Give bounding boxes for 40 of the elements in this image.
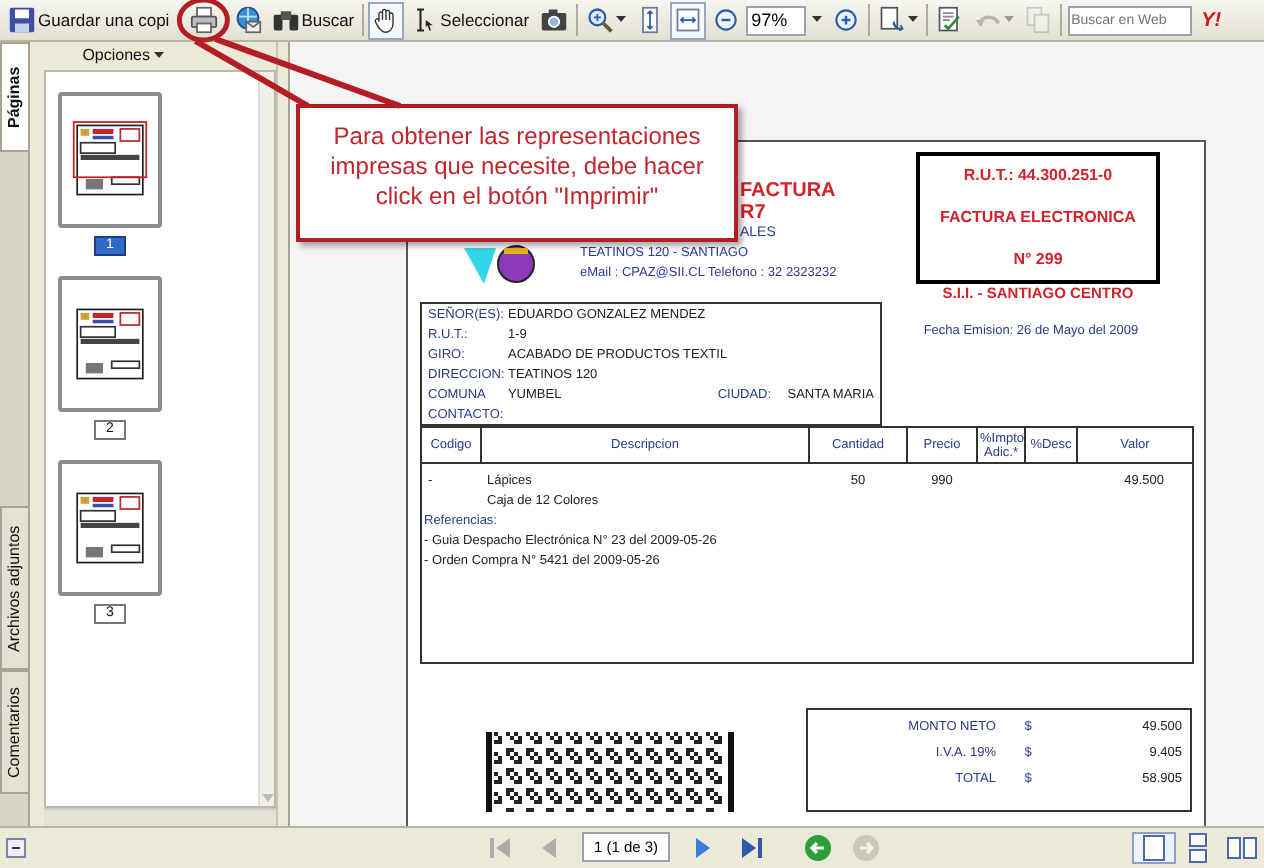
hand-tool-button[interactable] (368, 1, 405, 39)
invoice-heading: R.U.T.: 44.300.251-0 (963, 164, 1113, 189)
fit-width-button[interactable] (669, 1, 706, 39)
select-tool-button[interactable]: Seleccionar (406, 1, 534, 39)
horizontal-scrollbar[interactable] (44, 808, 276, 826)
search-button[interactable]: Buscar (267, 1, 359, 39)
collapse-icon (6, 837, 26, 857)
scrollbar[interactable] (258, 72, 274, 806)
magnifier-plus-icon (585, 6, 614, 34)
logo-drawing (460, 244, 540, 284)
save-copy-button[interactable]: Guardar una copi (4, 1, 174, 39)
camera-icon (539, 6, 568, 34)
side-tab[interactable]: Archivos adjuntos (0, 506, 30, 670)
page-thumbnail[interactable] (58, 276, 162, 412)
single-page-button[interactable] (1132, 831, 1176, 863)
fit-width-icon (673, 6, 702, 34)
zoom-out-icon (711, 6, 740, 34)
page-thumbnail[interactable] (58, 460, 162, 596)
document-pen-icon (935, 6, 964, 34)
globe-envelope-icon (233, 6, 262, 34)
page-rotate-icon (877, 6, 906, 34)
facing-pages-icon (1226, 831, 1258, 863)
caret-icon (154, 52, 164, 60)
printer-icon (189, 6, 218, 34)
invoice-heading: FACTURA ELECTRONICA (940, 205, 1136, 230)
pages-icon (1023, 6, 1052, 34)
issuer-title: R7 (740, 202, 766, 224)
zoom-field[interactable]: 97% (745, 5, 806, 35)
print-button[interactable] (185, 1, 222, 39)
options-menu-button[interactable]: Opciones (80, 42, 224, 70)
invoice-heading: N° 299 (1013, 247, 1063, 272)
binoculars-icon (271, 6, 300, 34)
single-page-icon (1138, 831, 1170, 863)
logo-text: Y! (1201, 7, 1222, 35)
issuer-title: FACTURA (740, 180, 836, 202)
callout-box: Para obtener las representaciones impresas que necesite, debe hacer click en el botón "Imprimir" (296, 104, 738, 242)
page-thumbnail[interactable] (58, 92, 162, 228)
side-tab[interactable]: Comentarios (0, 670, 30, 794)
side-tab[interactable]: Páginas (0, 42, 30, 152)
zoom-in-icon (831, 6, 860, 34)
